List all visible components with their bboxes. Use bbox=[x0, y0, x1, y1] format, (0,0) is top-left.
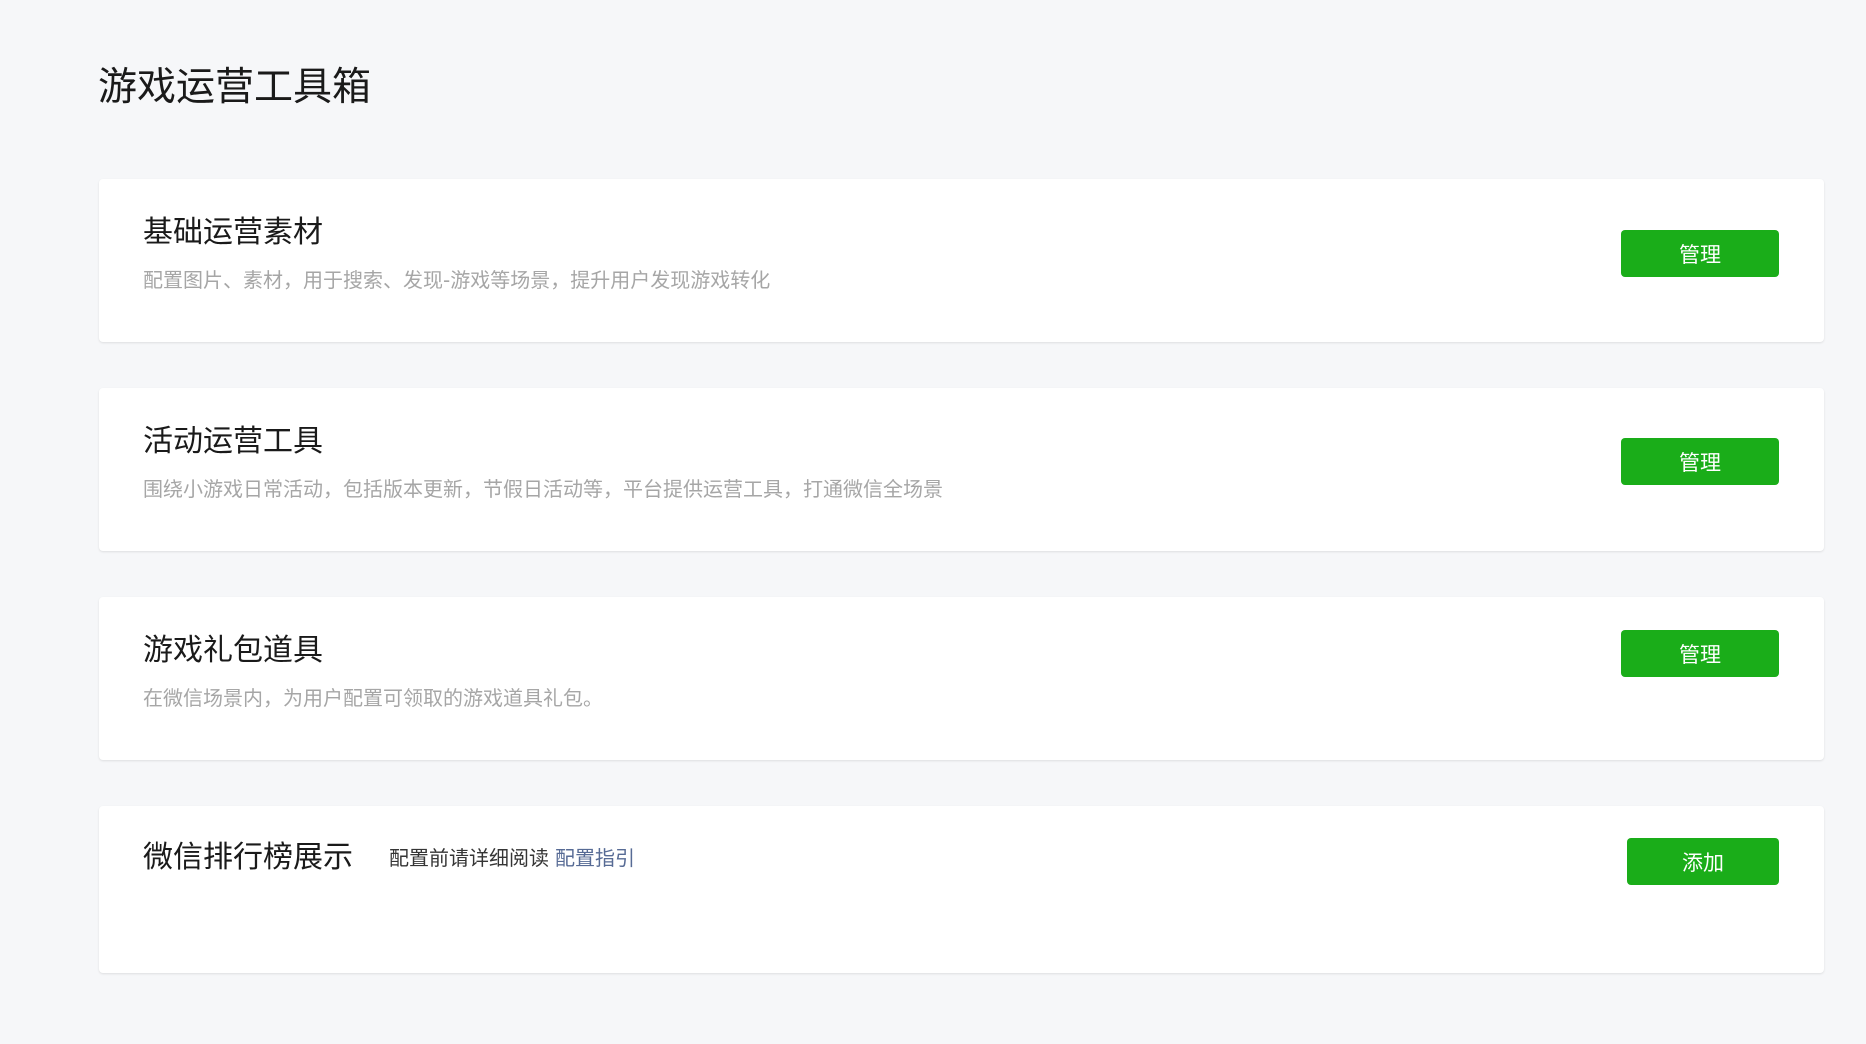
card-title: 微信排行榜展示 bbox=[143, 840, 353, 875]
manage-button[interactable]: 管理 bbox=[1621, 230, 1779, 277]
card-game-gift-items: 游戏礼包道具 在微信场景内，为用户配置可领取的游戏道具礼包。 管理 bbox=[99, 597, 1824, 760]
card-wechat-leaderboard: 微信排行榜展示 配置前请详细阅读 配置指引 添加 bbox=[99, 806, 1824, 973]
card-title: 基础运营素材 bbox=[143, 215, 323, 250]
manage-button[interactable]: 管理 bbox=[1621, 630, 1779, 677]
config-note-text: 配置前请详细阅读 bbox=[389, 846, 549, 870]
manage-button[interactable]: 管理 bbox=[1621, 438, 1779, 485]
add-button[interactable]: 添加 bbox=[1627, 838, 1779, 885]
config-note: 配置前请详细阅读 配置指引 bbox=[389, 838, 635, 878]
card-description: 围绕小游戏日常活动，包括版本更新，节假日活动等，平台提供运营工具，打通微信全场景 bbox=[143, 477, 943, 501]
card-title: 活动运营工具 bbox=[143, 424, 323, 459]
card-title: 游戏礼包道具 bbox=[143, 633, 323, 668]
page-title: 游戏运营工具箱 bbox=[98, 65, 372, 110]
card-description: 配置图片、素材，用于搜索、发现-游戏等场景，提升用户发现游戏转化 bbox=[143, 268, 771, 292]
config-guide-link[interactable]: 配置指引 bbox=[555, 846, 635, 870]
card-basic-operation-assets: 基础运营素材 配置图片、素材，用于搜索、发现-游戏等场景，提升用户发现游戏转化 … bbox=[99, 179, 1824, 342]
card-activity-operation-tools: 活动运营工具 围绕小游戏日常活动，包括版本更新，节假日活动等，平台提供运营工具，… bbox=[99, 388, 1824, 551]
card-description: 在微信场景内，为用户配置可领取的游戏道具礼包。 bbox=[143, 686, 603, 710]
